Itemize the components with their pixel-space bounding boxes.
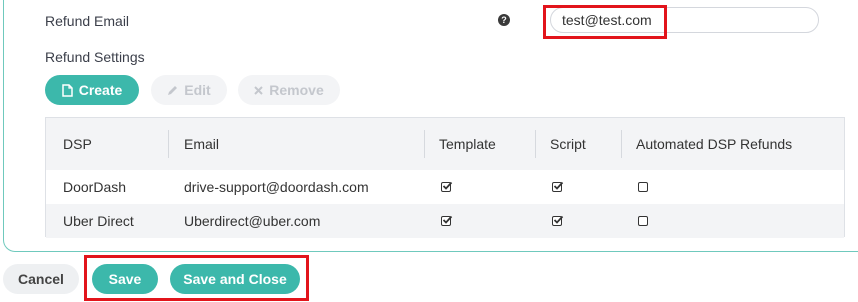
create-label: Create — [78, 82, 123, 98]
refund-settings-label: Refund Settings — [45, 49, 145, 65]
table-row[interactable]: DoorDash drive-support@doordash.com — [46, 170, 844, 204]
file-icon — [61, 83, 73, 97]
remove-button[interactable]: Remove — [238, 75, 340, 105]
column-divider — [168, 130, 169, 158]
table-row[interactable]: Uber Direct Uberdirect@uber.com — [46, 204, 844, 238]
create-button[interactable]: Create — [45, 75, 139, 105]
cancel-button[interactable]: Cancel — [3, 264, 79, 294]
x-icon — [254, 85, 263, 95]
template-checkbox[interactable] — [441, 215, 453, 226]
highlight-box-save-buttons — [84, 255, 309, 301]
column-header-script[interactable]: Script — [550, 118, 586, 170]
column-header-email[interactable]: Email — [184, 118, 219, 170]
column-divider — [424, 130, 425, 158]
script-checkbox[interactable] — [552, 181, 564, 192]
cell-email: Uberdirect@uber.com — [184, 213, 321, 229]
cell-dsp: DoorDash — [63, 179, 127, 195]
refund-email-label: Refund Email — [45, 13, 130, 29]
script-checkbox[interactable] — [552, 215, 564, 226]
table-header: DSP Email Template Script Automated DSP … — [46, 118, 844, 170]
column-header-dsp[interactable]: DSP — [63, 118, 92, 170]
edit-button[interactable]: Edit — [151, 75, 227, 105]
remove-label: Remove — [269, 82, 324, 98]
refund-settings-table: DSP Email Template Script Automated DSP … — [45, 117, 845, 238]
automated-refunds-checkbox[interactable] — [638, 216, 648, 226]
template-checkbox[interactable] — [441, 181, 453, 192]
column-divider — [535, 130, 536, 158]
column-header-template[interactable]: Template — [439, 118, 496, 170]
cell-email: drive-support@doordash.com — [184, 179, 369, 195]
question-circle-icon[interactable]: ? — [498, 14, 510, 26]
cell-dsp: Uber Direct — [63, 213, 134, 229]
highlight-box-email — [543, 5, 667, 39]
edit-label: Edit — [184, 82, 211, 98]
automated-refunds-checkbox[interactable] — [638, 182, 648, 192]
column-header-automated[interactable]: Automated DSP Refunds — [636, 118, 792, 170]
pencil-icon — [167, 85, 178, 96]
column-divider — [621, 130, 622, 158]
